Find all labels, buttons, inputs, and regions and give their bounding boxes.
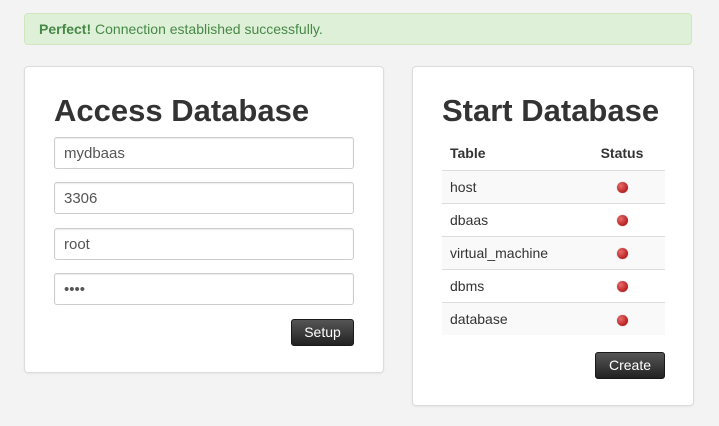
- success-alert: Perfect! Connection established successf…: [24, 13, 692, 45]
- username-input[interactable]: [54, 228, 354, 260]
- table-name-cell: virtual_machine: [442, 235, 579, 269]
- table-column-header: Table: [450, 145, 486, 162]
- table-row: host: [442, 169, 665, 203]
- table-row: dbms: [442, 268, 665, 302]
- create-button[interactable]: Create: [595, 352, 665, 379]
- start-database-panel: Start Database Table Status host dbaas v…: [412, 66, 694, 406]
- status-cell: [579, 202, 665, 236]
- status-column-header: Status: [600, 145, 644, 162]
- alert-message: Connection established successfully.: [91, 21, 323, 37]
- tables-status-table: Table Status host dbaas virtual_machine …: [442, 137, 665, 335]
- status-red-dot-icon: [616, 215, 628, 227]
- port-input[interactable]: [54, 182, 354, 214]
- host-input[interactable]: [54, 137, 354, 169]
- status-red-dot-icon: [616, 182, 628, 194]
- table-name-cell: dbms: [442, 268, 579, 302]
- access-database-title: Access Database: [54, 93, 310, 128]
- status-cell: [579, 235, 665, 269]
- table-header-row: Table Status: [442, 137, 665, 170]
- status-red-dot-icon: [616, 248, 628, 260]
- table-row: database: [442, 301, 665, 335]
- alert-strong-text: Perfect!: [39, 21, 92, 37]
- table-name-cell: database: [442, 301, 579, 335]
- table-row: dbaas: [442, 202, 665, 236]
- status-red-dot-icon: [616, 314, 628, 326]
- status-cell: [579, 301, 665, 335]
- table-name-cell: host: [442, 169, 579, 203]
- status-red-dot-icon: [616, 281, 628, 293]
- password-input[interactable]: [54, 273, 354, 305]
- access-database-panel: Access Database Setup: [24, 66, 384, 373]
- table-row: virtual_machine: [442, 235, 665, 269]
- table-name-cell: dbaas: [442, 202, 579, 236]
- status-cell: [579, 169, 665, 203]
- start-database-title: Start Database: [442, 93, 660, 128]
- status-cell: [579, 268, 665, 302]
- setup-button[interactable]: Setup: [291, 319, 354, 346]
